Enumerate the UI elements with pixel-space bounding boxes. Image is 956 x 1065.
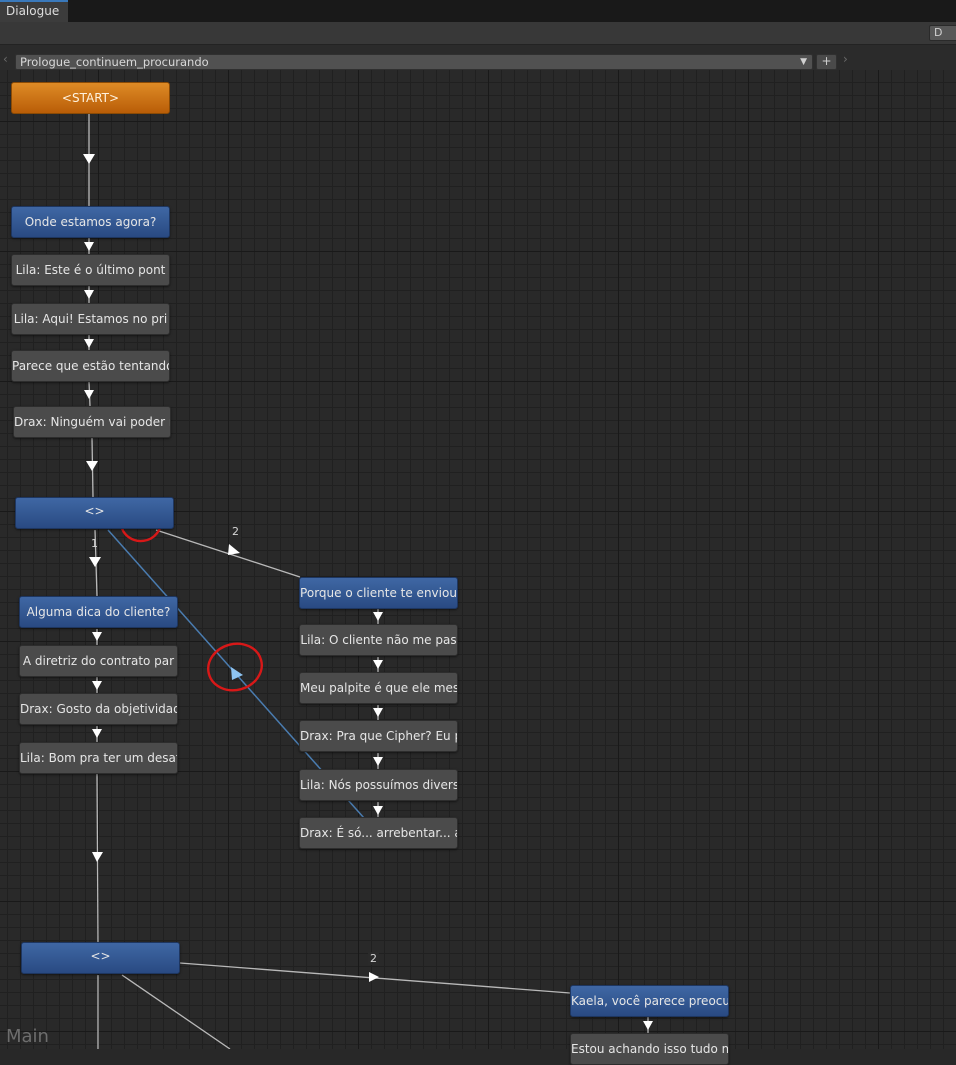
node-npc-line[interactable]: Lila: Nós possuímos divers xyxy=(299,769,458,801)
link-arrow xyxy=(84,242,94,251)
node-npc-line[interactable]: A diretriz do contrato par xyxy=(19,645,178,677)
node-player-line[interactable]: Alguma dica do cliente? xyxy=(19,596,178,628)
link-arrow xyxy=(373,660,383,669)
link-arrow xyxy=(92,729,102,738)
link-arrow xyxy=(643,1021,653,1030)
node-npc-line[interactable]: Drax: Gosto da objetividad xyxy=(19,693,178,725)
link-arrow xyxy=(373,708,383,717)
canvas-watermark: Main xyxy=(6,1026,49,1047)
node-hub[interactable]: <> xyxy=(15,497,174,529)
link-arrow xyxy=(92,632,102,641)
node-npc-line[interactable]: Estou achando isso tudo mu xyxy=(570,1033,729,1065)
node-npc-line[interactable]: Meu palpite é que ele mesm xyxy=(299,672,458,704)
link-hub2-diag[interactable] xyxy=(121,974,231,1049)
link-arrow xyxy=(373,757,383,766)
link-label: 1 xyxy=(91,537,98,550)
selected-link-arrow xyxy=(231,667,243,680)
link-arrow xyxy=(92,681,102,690)
node-npc-line[interactable]: Lila: Este é o último pont xyxy=(11,254,170,286)
node-npc-line[interactable]: Parece que estão tentando xyxy=(11,350,170,382)
node-npc-line[interactable]: Drax: Ninguém vai poder no xyxy=(13,406,171,438)
link-arrow xyxy=(373,612,383,621)
link-arrow xyxy=(86,461,98,471)
link-label: 2 xyxy=(368,952,379,965)
link-arrow xyxy=(369,972,379,982)
link-arrow xyxy=(89,557,101,567)
link-arrow xyxy=(84,339,94,348)
link-arrow xyxy=(92,852,103,862)
node-npc-line[interactable]: Drax: É só... arrebentar... a xyxy=(299,817,458,849)
node-npc-line[interactable]: Lila: Bom pra ter um desaf xyxy=(19,742,178,774)
node-player-line[interactable]: Porque o cliente te enviou xyxy=(299,577,458,609)
node-hub[interactable]: <> xyxy=(21,942,180,974)
link-arrow xyxy=(83,154,95,164)
link-label: 2 xyxy=(230,525,241,538)
link-arrow xyxy=(84,290,94,299)
node-npc-line[interactable]: Drax: Pra que Cipher? Eu p xyxy=(299,720,458,752)
node-player-line[interactable]: Onde estamos agora? xyxy=(11,206,170,238)
link-hub1-c1[interactable] xyxy=(155,529,301,578)
node-npc-line[interactable]: Lila: Aqui! Estamos no pri xyxy=(11,303,170,335)
link-arrow xyxy=(373,806,383,815)
node-start[interactable]: <START> xyxy=(11,82,170,114)
node-player-line[interactable]: Kaela, você parece preocup xyxy=(570,985,729,1017)
link-arrow xyxy=(228,544,240,555)
node-npc-line[interactable]: Lila: O cliente não me pas xyxy=(299,624,458,656)
link-arrow xyxy=(84,390,94,399)
